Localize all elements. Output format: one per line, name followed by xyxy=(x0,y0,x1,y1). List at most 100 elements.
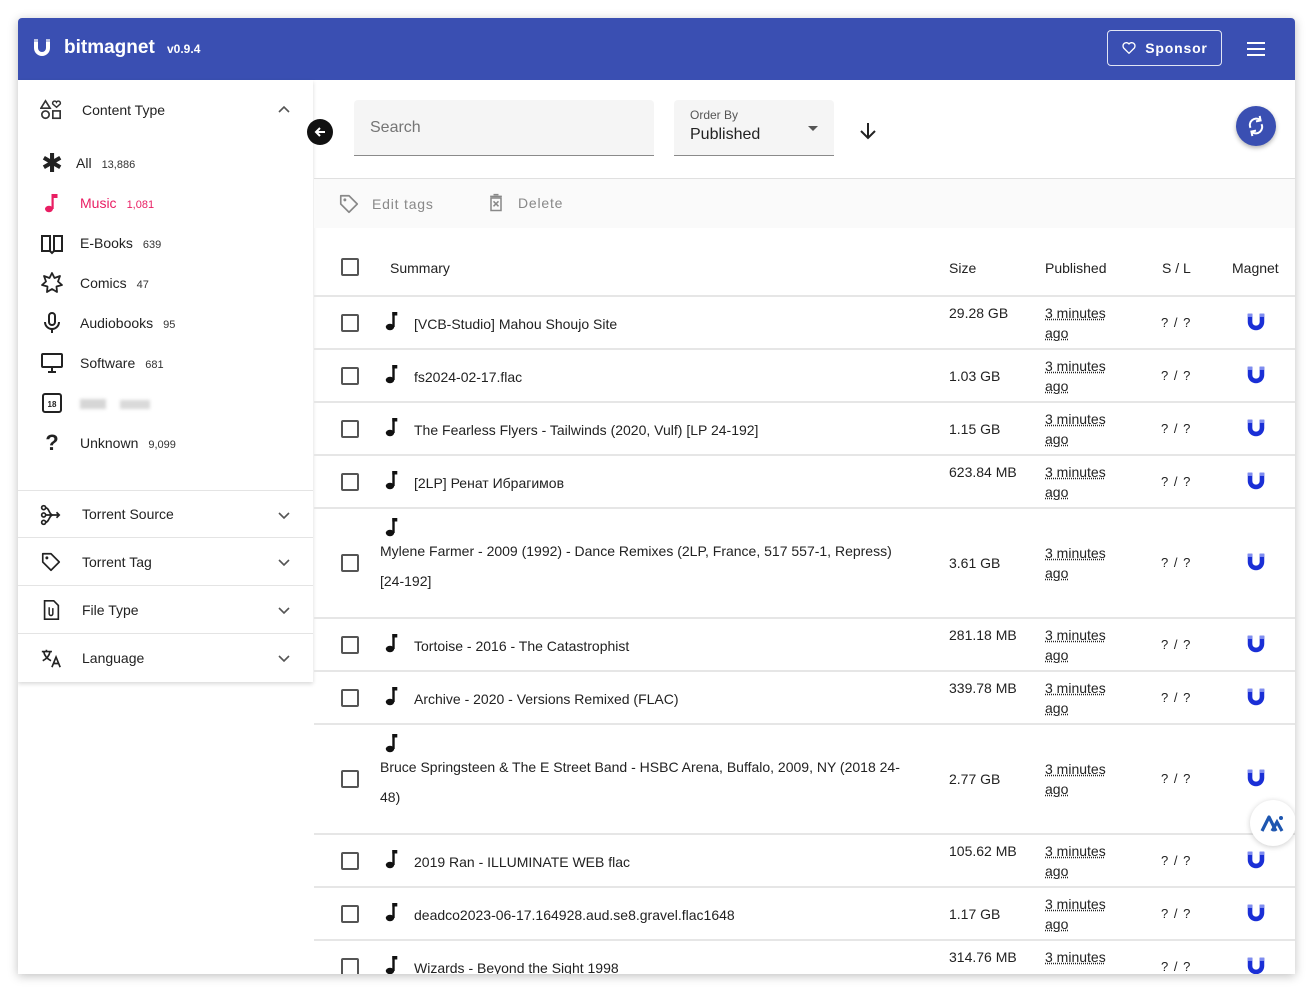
app-window: bitmagnet v0.9.4 Sponsor Content Type ✱ … xyxy=(18,18,1295,974)
monitor-icon xyxy=(41,353,63,373)
magnet-link-icon[interactable] xyxy=(1245,633,1267,655)
torrent-published: 3 minutes ago xyxy=(1045,305,1106,341)
ai-assistant-button[interactable] xyxy=(1250,800,1295,846)
edit-tags-button[interactable]: Edit tags xyxy=(338,193,434,215)
facet-label: Content Type xyxy=(82,102,166,118)
content-type-unknown[interactable]: ? Unknown 9,099 xyxy=(40,429,300,457)
column-header-summary[interactable]: Summary xyxy=(390,240,450,295)
row-checkbox[interactable] xyxy=(341,958,359,974)
column-header-size[interactable]: Size xyxy=(949,240,976,295)
table-row[interactable]: deadco2023-06-17.164928.aud.se8.gravel.f… xyxy=(314,888,1295,939)
chevron-up-icon[interactable] xyxy=(276,102,292,118)
torrent-summary[interactable]: Wizards - Beyond the Sight 1998 xyxy=(414,953,934,974)
content-type-comics[interactable]: Comics 47 xyxy=(40,269,300,297)
torrent-summary[interactable]: deadco2023-06-17.164928.aud.se8.gravel.f… xyxy=(414,900,934,930)
content-type-music[interactable]: Music 1,081 xyxy=(40,189,300,217)
music-note-icon xyxy=(385,687,398,706)
microphone-icon xyxy=(44,312,60,333)
facet-content-type[interactable]: Content Type xyxy=(18,86,313,134)
torrent-summary[interactable]: Tortoise - 2016 - The Catastrophist xyxy=(414,631,934,661)
chevron-down-icon[interactable] xyxy=(276,554,292,570)
table-row[interactable]: [VCB-Studio] Mahou Shoujo Site 29.28 GB 3 … xyxy=(314,297,1295,348)
table-row[interactable]: Wizards - Beyond the Sight 1998 314.76 MB… xyxy=(314,941,1295,974)
content-type-count: 681 xyxy=(145,359,164,371)
collapse-sidebar-button[interactable] xyxy=(307,119,333,145)
magnet-link-icon[interactable] xyxy=(1245,364,1267,386)
order-by-select[interactable]: Order By Published xyxy=(674,100,834,156)
magnet-link-icon[interactable] xyxy=(1245,767,1267,789)
table-row[interactable]: fs2024-02-17.flac 1.03 GB 3 minutes ago ? /… xyxy=(314,350,1295,401)
sort-direction-arrow-down-icon[interactable] xyxy=(857,120,879,142)
torrent-published: 3 minutes ago xyxy=(1045,843,1106,879)
torrent-summary[interactable]: 2019 Ran - ILLUMINATE WEB flac xyxy=(414,847,934,877)
row-checkbox[interactable] xyxy=(341,473,359,491)
row-checkbox[interactable] xyxy=(341,554,359,572)
magnet-link-icon[interactable] xyxy=(1245,902,1267,924)
torrent-size: 105.62 MB xyxy=(949,843,1017,859)
sponsor-button[interactable]: Sponsor xyxy=(1107,30,1222,66)
magnet-link-icon[interactable] xyxy=(1245,470,1267,492)
seeders-leechers: ? / ? xyxy=(1161,906,1192,921)
column-header-magnet: Magnet xyxy=(1232,259,1279,276)
row-checkbox[interactable] xyxy=(341,420,359,438)
app-name: bitmagnet xyxy=(64,37,155,58)
content-type-ebooks[interactable]: E-Books 639 xyxy=(40,229,300,257)
torrent-published: 3 minutes ago xyxy=(1045,358,1106,394)
facet-file-type[interactable]: File Type xyxy=(18,586,313,634)
torrent-size: 1.03 GB xyxy=(949,368,1001,384)
chevron-down-icon[interactable] xyxy=(276,602,292,618)
torrent-summary[interactable]: Bruce Springsteen & The E Street Band - … xyxy=(380,752,910,812)
hamburger-menu-icon[interactable] xyxy=(1244,38,1268,60)
music-note-icon xyxy=(45,194,58,213)
table-row[interactable]: Tortoise - 2016 - The Catastrophist 281.1… xyxy=(314,619,1295,670)
torrent-summary[interactable]: [2LP] Ренат Ибрагимов xyxy=(414,468,934,498)
content-type-count: 13,886 xyxy=(101,159,136,171)
table-row[interactable]: 2019 Ran - ILLUMINATE WEB flac 105.62 MB 3… xyxy=(314,835,1295,886)
torrent-summary[interactable]: Archive - 2020 - Versions Remixed (FLAC) xyxy=(414,684,934,714)
search-field[interactable] xyxy=(354,100,654,156)
table-row[interactable]: The Fearless Flyers - Tailwinds (2020, V… xyxy=(314,403,1295,454)
magnet-link-icon[interactable] xyxy=(1245,686,1267,708)
column-header-published[interactable]: Published xyxy=(1045,240,1107,295)
select-all-checkbox[interactable] xyxy=(341,258,359,276)
torrent-size: 29.28 GB xyxy=(949,305,1009,321)
magnet-link-icon[interactable] xyxy=(1245,551,1267,573)
seeders-leechers: ? / ? xyxy=(1161,421,1192,436)
magnet-link-icon[interactable] xyxy=(1245,417,1267,439)
magnet-link-icon[interactable] xyxy=(1245,955,1267,974)
torrent-summary[interactable]: The Fearless Flyers - Tailwinds (2020, V… xyxy=(414,415,934,445)
row-checkbox[interactable] xyxy=(341,770,359,788)
row-checkbox[interactable] xyxy=(341,367,359,385)
content-type-adult[interactable]: 18 xyxy=(40,389,300,417)
row-checkbox[interactable] xyxy=(341,689,359,707)
table-row[interactable]: Mylene Farmer - 2009 (1992) - Dance Remi… xyxy=(314,509,1295,617)
table-row[interactable]: Bruce Springsteen & The E Street Band - … xyxy=(314,725,1295,833)
refresh-button[interactable] xyxy=(1236,106,1276,146)
torrent-published: 3 minutes ago xyxy=(1045,464,1106,500)
facet-torrent-source[interactable]: Torrent Source xyxy=(18,490,313,538)
order-by-value: Published xyxy=(690,126,761,143)
chevron-down-icon[interactable] xyxy=(276,507,292,523)
torrent-summary[interactable]: Mylene Farmer - 2009 (1992) - Dance Remi… xyxy=(380,536,910,596)
seeders-leechers: ? / ? xyxy=(1161,637,1192,652)
chevron-down-icon[interactable] xyxy=(276,650,292,666)
torrent-summary[interactable]: fs2024-02-17.flac xyxy=(414,362,934,392)
row-checkbox[interactable] xyxy=(341,636,359,654)
magnet-link-icon[interactable] xyxy=(1245,311,1267,333)
torrent-summary[interactable]: [VCB-Studio] Mahou Shoujo Site xyxy=(414,309,934,339)
content-type-audiobooks[interactable]: Audiobooks 95 xyxy=(40,309,300,337)
row-checkbox[interactable] xyxy=(341,905,359,923)
delete-button[interactable]: Delete xyxy=(486,193,563,213)
table-row[interactable]: Archive - 2020 - Versions Remixed (FLAC)… xyxy=(314,672,1295,723)
column-header-seeders-leechers[interactable]: S / L xyxy=(1162,240,1191,295)
content-type-count: 1,081 xyxy=(126,199,155,211)
facet-language[interactable]: Language xyxy=(18,634,313,682)
content-type-all[interactable]: ✱ All 13,886 xyxy=(40,148,300,178)
row-checkbox[interactable] xyxy=(341,852,359,870)
search-input[interactable] xyxy=(370,119,640,137)
magnet-link-icon[interactable] xyxy=(1245,849,1267,871)
row-checkbox[interactable] xyxy=(341,314,359,332)
table-row[interactable]: [2LP] Ренат Ибрагимов 623.84 MB 3 minutes … xyxy=(314,456,1295,507)
content-type-software[interactable]: Software 681 xyxy=(40,349,300,377)
facet-torrent-tag[interactable]: Torrent Tag xyxy=(18,538,313,586)
